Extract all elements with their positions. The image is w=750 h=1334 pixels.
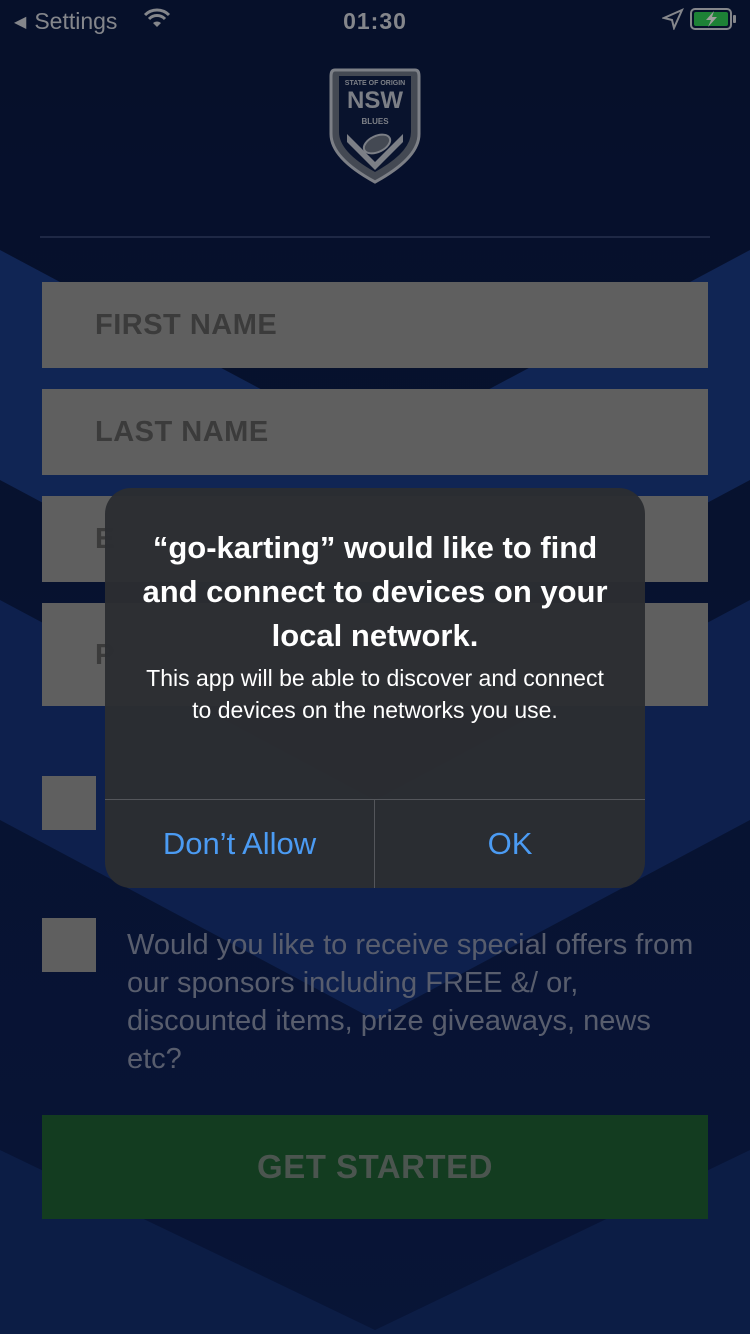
alert-title: “go-karting” would like to find and conn… (142, 530, 608, 653)
local-network-permission-alert: “go-karting” would like to find and conn… (105, 488, 645, 888)
ok-button[interactable]: OK (375, 800, 645, 888)
dont-allow-button[interactable]: Don’t Allow (105, 800, 374, 888)
alert-message: This app will be able to discover and co… (146, 665, 604, 723)
